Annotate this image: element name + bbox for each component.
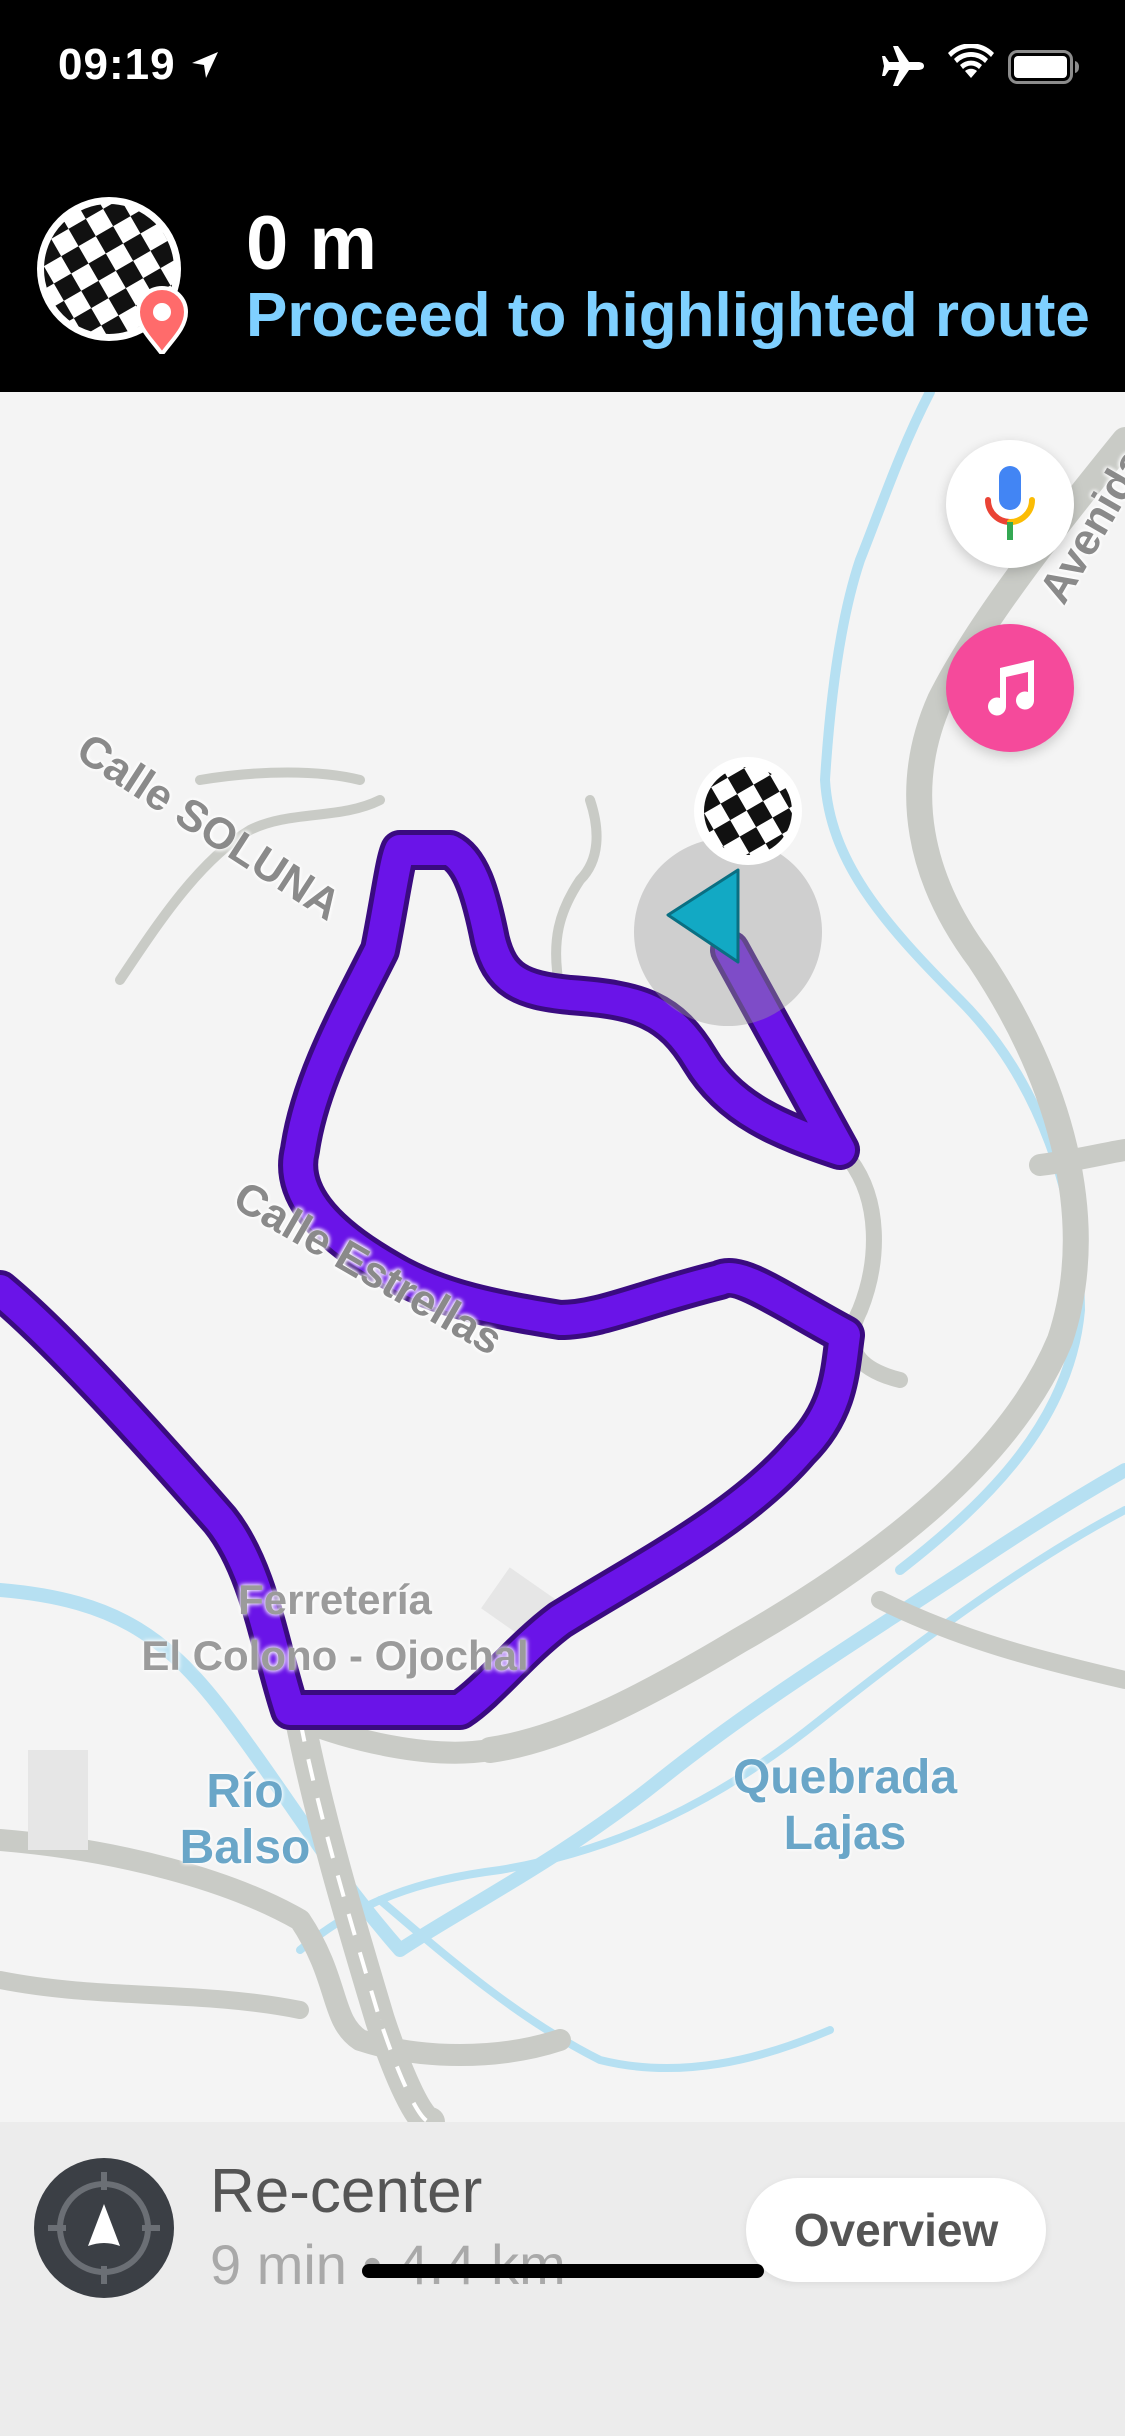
airplane-icon <box>882 46 924 86</box>
water-label-rio-balso: Río Balso <box>179 1765 311 1874</box>
water-label-quebrada-lajas: Quebrada Lajas <box>732 1751 958 1860</box>
distance-remaining: 0 m <box>246 201 377 286</box>
road-fer <box>0 1971 309 2019</box>
google-mic-icon <box>985 466 1035 540</box>
recenter-button[interactable] <box>34 2158 174 2298</box>
location-arrow-icon <box>192 52 218 78</box>
voice-search-button[interactable] <box>946 440 1074 568</box>
music-note-icon <box>988 660 1035 716</box>
instruction-text: Proceed to highlighted route <box>246 281 1090 350</box>
road-east-lower <box>871 1591 1125 1689</box>
battery-icon <box>1008 50 1079 84</box>
recenter-label[interactable]: Re-center <box>210 2156 482 2227</box>
bottom-panel: Re-center 9 min • 4.4 km Overview <box>0 2122 1125 2436</box>
road-nw2 <box>195 767 365 785</box>
overview-button[interactable]: Overview <box>746 2178 1046 2282</box>
road-branch <box>1029 1139 1125 1176</box>
status-bar: 09:19 <box>0 0 1125 140</box>
road-mid <box>551 795 602 995</box>
home-indicator[interactable] <box>362 2264 764 2278</box>
recenter-crosshair-icon <box>48 2172 160 2284</box>
building-block <box>28 1750 88 1850</box>
poi-label-ferreteria: Ferretería El Colono - Ojochal <box>141 1576 529 1679</box>
checkered-flag-pin-icon <box>37 197 189 354</box>
status-time: 09:19 <box>58 40 176 89</box>
wifi-icon <box>948 44 994 78</box>
instruction-header[interactable]: 0 m Proceed to highlighted route <box>0 140 1125 392</box>
music-button[interactable] <box>946 624 1074 752</box>
